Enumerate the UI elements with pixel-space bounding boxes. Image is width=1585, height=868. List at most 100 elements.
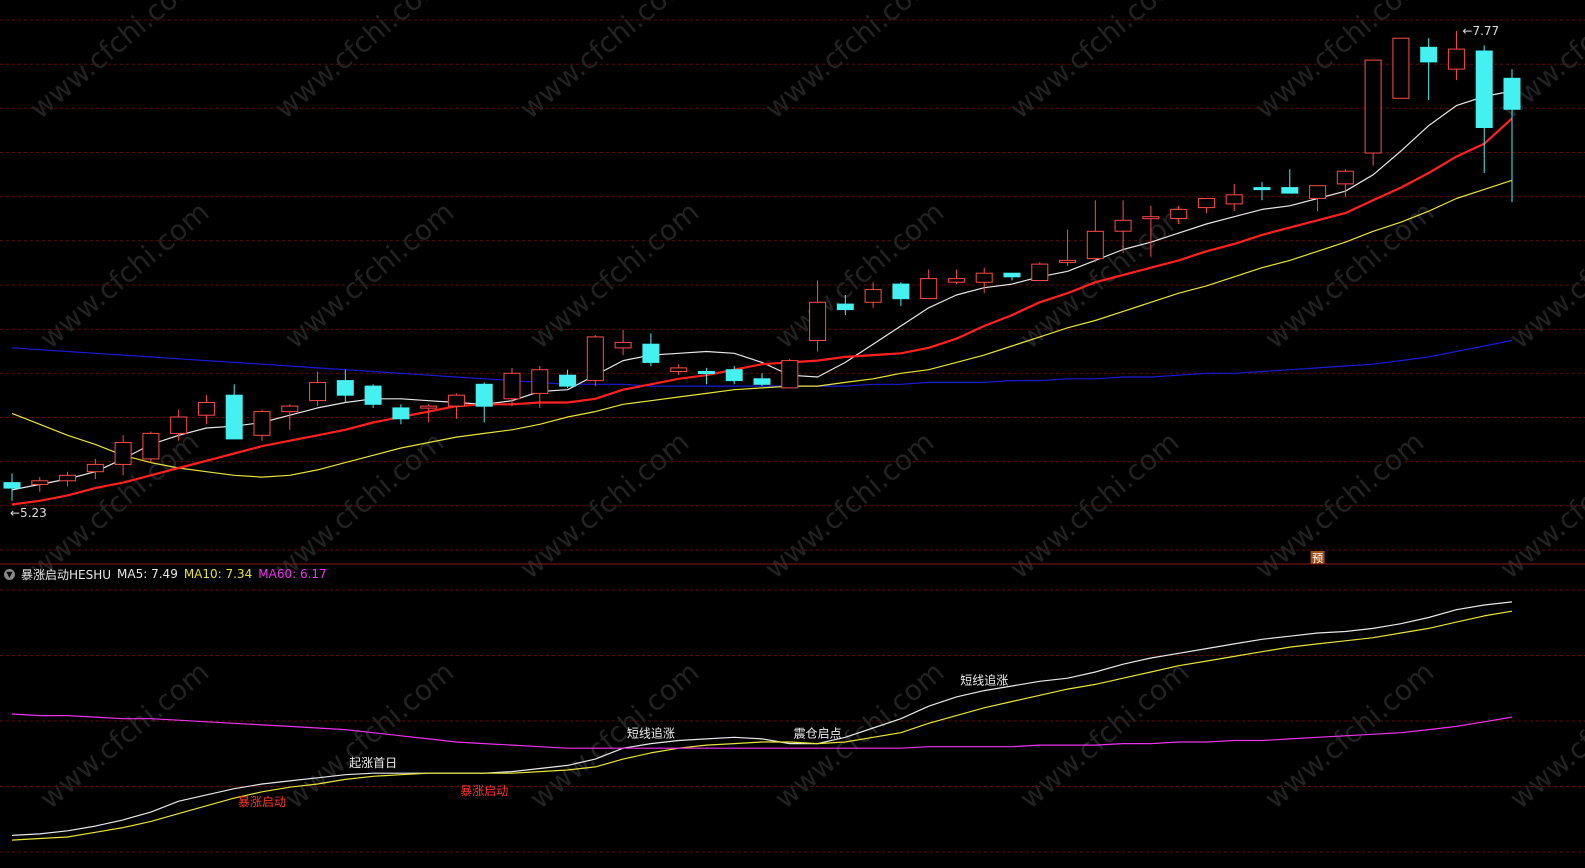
candle-up[interactable] [142,431,160,463]
candle-body [225,394,243,440]
candle-body [1142,216,1160,220]
candle-down[interactable] [892,282,910,306]
candle-down[interactable] [364,384,382,408]
watermark-text: www.cfchi.com [1493,425,1585,585]
candle-body [3,482,21,489]
candle-down[interactable] [753,373,771,387]
candle-up[interactable] [86,458,104,479]
indicator-ma60-line [11,713,1513,749]
signal-label-surge: 暴涨启动 [460,783,508,798]
watermark-text: www.cfchi.com [278,655,460,815]
candle-down[interactable] [559,369,577,388]
candle-down[interactable] [1281,169,1299,194]
candle-body [447,394,465,407]
candle-body [1059,259,1077,263]
low-price-label: ←5.23 [10,506,47,520]
candle-down[interactable] [392,404,410,425]
candle-up[interactable] [31,477,49,492]
candle-body [59,474,77,482]
candle-body [1447,48,1465,70]
candle-body [531,369,549,394]
candle-body [586,336,604,382]
watermark-text: www.cfchi.com [278,195,460,355]
candle-body [920,278,938,300]
kline-chart-stage: www.cfchi.com www.cfchi.com www.cfchi.com w… [0,0,1585,853]
candle-up[interactable] [197,395,215,425]
candle-up[interactable] [114,435,132,476]
candle-down[interactable] [475,382,493,423]
candle-body [253,411,271,436]
watermark-text: www.cfchi.com [1013,655,1195,815]
candle-body [614,341,632,349]
candle-body [697,371,715,374]
candle-down[interactable] [1253,182,1271,201]
candle-up[interactable] [947,269,965,285]
signal-label: 起涨首日 [349,755,397,770]
candle-down[interactable] [1420,38,1438,101]
candle-body [836,303,854,311]
candle-body [559,374,577,387]
candle-up[interactable] [1364,59,1382,166]
candle-up[interactable] [1197,198,1215,214]
watermark-text: www.cfchi.com [1003,425,1185,585]
watermark-text: www.cfchi.com [523,655,705,815]
candle-down[interactable] [225,384,243,440]
candle-body [753,378,771,385]
candle-up[interactable] [1031,262,1049,282]
chevron-down-icon[interactable]: ▼ [4,568,15,580]
candle-up[interactable] [586,335,604,387]
candle-up[interactable] [59,471,77,487]
candle-body [725,369,743,382]
candle-down[interactable] [3,473,21,501]
candle-body [336,380,354,396]
candle-body [975,272,993,283]
indicator-name[interactable]: 暴涨启动HESHU [21,566,111,583]
candle-body [781,360,799,389]
candle-up[interactable] [1225,183,1243,212]
watermark-text: www.cfchi.com [268,425,450,585]
candle-up[interactable] [309,371,327,407]
watermark-text: www.cfchi.com [1003,0,1185,125]
candle-body [31,480,49,485]
candle-down[interactable] [642,333,660,366]
candle-body [86,463,104,473]
watermark-text: www.cfchi.com [513,0,695,125]
candle-down[interactable] [1003,272,1021,281]
candle-up[interactable] [1086,200,1104,263]
candle-body [420,405,438,409]
candle-down[interactable] [1475,45,1493,174]
candle-up[interactable] [614,329,632,356]
candle-body [1364,59,1382,154]
candle-body [475,383,493,407]
forecast-marker[interactable]: 预 [1310,551,1325,565]
candle-up[interactable] [1059,229,1077,266]
candle-body [281,405,299,413]
ma5-value: 7.49 [151,567,178,581]
candle-up[interactable] [447,393,465,419]
signal-label: 震仓启点 [794,727,842,741]
candle-body [1197,198,1215,209]
candle-body [197,402,215,416]
candle-body [142,432,160,460]
signal-label: 短线追涨 [627,726,675,741]
candle-up[interactable] [920,269,938,300]
ma60-label-text: MA60: [258,567,297,581]
candle-up[interactable] [1309,185,1327,212]
candle-body [670,367,688,372]
ma10-value: 7.34 [225,567,253,581]
candle-body [364,385,382,405]
candle-up[interactable] [1447,30,1465,81]
candle-up[interactable] [253,409,271,441]
candle-up[interactable] [781,358,799,389]
watermark-text: www.cfchi.com [523,195,705,355]
ma5-label-text: MA5: [117,567,148,581]
watermark-text: www.cfchi.com [268,0,450,125]
watermark-text: www.cfchi.com [1503,195,1585,355]
candle-up[interactable] [503,367,521,407]
candle-up[interactable] [1392,37,1410,99]
watermark-text: www.cfchi.com [1248,425,1430,585]
candle-down[interactable] [336,369,354,403]
moving-average-lines [11,90,1513,506]
high-price-label: ←7.77 [1462,24,1499,38]
watermark-text: www.cfchi.com [23,425,205,585]
